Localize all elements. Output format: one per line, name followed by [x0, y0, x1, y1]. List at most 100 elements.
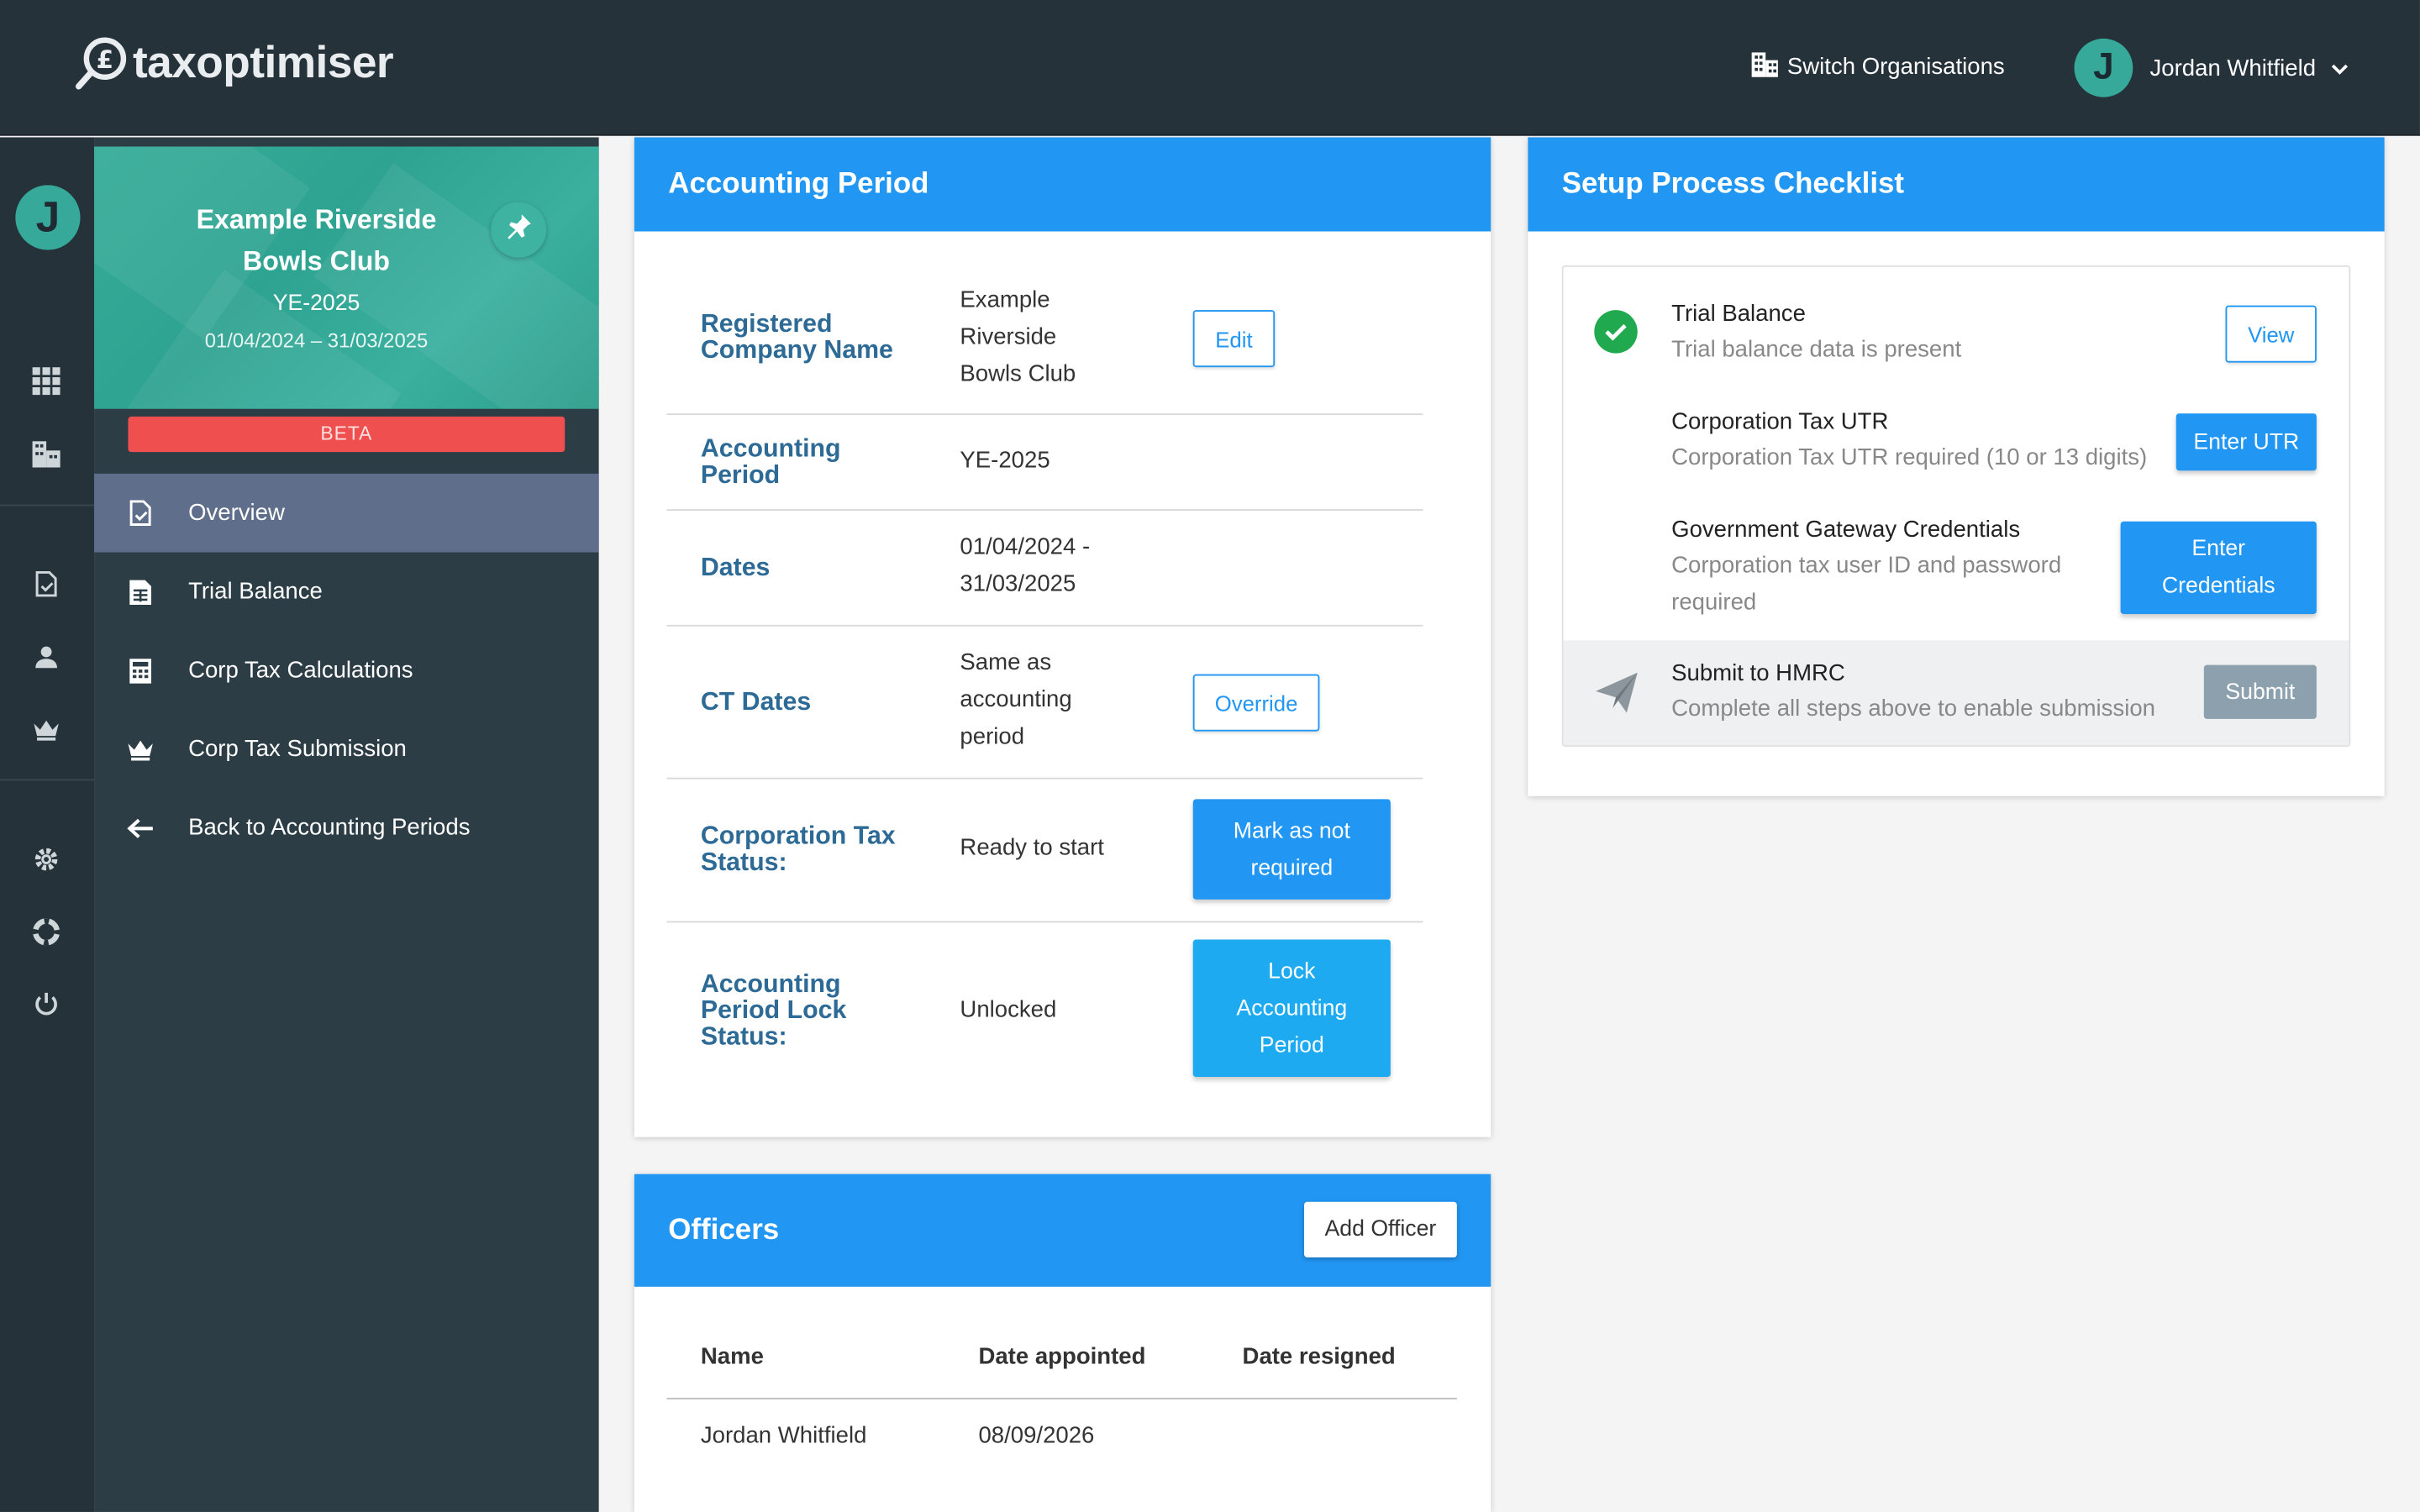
row-label: Corporation Tax Status:: [700, 822, 896, 877]
table-row: CT Dates Same as accounting period Overr…: [666, 627, 1423, 780]
sidebar-item-overview[interactable]: Overview: [94, 473, 599, 553]
row-label: Accounting Period: [700, 434, 841, 490]
beta-badge: BETA: [128, 416, 566, 453]
override-button[interactable]: Override: [1192, 674, 1320, 732]
button-line: Credentials: [2161, 574, 2275, 599]
row-value: Unlocked: [960, 996, 1057, 1023]
document-check-icon: [125, 497, 156, 528]
grid-icon[interactable]: [29, 364, 63, 397]
checklist-title: Government Gateway Credentials: [1671, 517, 2021, 543]
row-value: 01/04/2024 - 31/03/2025: [960, 529, 1090, 603]
user-menu[interactable]: J Jordan Whitfield: [2074, 38, 2349, 97]
enter-utr-button[interactable]: Enter UTR: [2175, 413, 2317, 471]
buildings-icon[interactable]: [29, 437, 63, 470]
button-line: Period: [1259, 1032, 1324, 1058]
row-value: Example Riverside Bowls Club: [960, 282, 1076, 393]
sidebar-item-corp-tax-submission[interactable]: Corp Tax Submission: [94, 710, 599, 789]
card-title: Accounting Period: [634, 137, 1491, 232]
button-line: Mark as not: [1233, 818, 1350, 843]
table-row: Accounting Period Lock Status: Unlocked …: [666, 922, 1423, 1100]
button-line: Lock: [1268, 958, 1316, 984]
checklist-subtitle: Corporation tax user ID and password req…: [1671, 548, 2061, 622]
row-label: Registered Company Name: [700, 310, 893, 365]
table-row: Registered Company Name Example Riversid…: [666, 260, 1423, 416]
paper-plane-icon: [1594, 671, 1640, 722]
organisation-name: Example Riverside Bowls Club: [196, 203, 437, 276]
subtitle-line: required: [1671, 589, 1757, 616]
checklist-item-trial-balance: Trial Balance Trial balance data is pres…: [1564, 267, 2349, 387]
organisation-period: YE-2025: [272, 291, 360, 317]
checklist-subtitle: Complete all steps above to enable submi…: [1671, 696, 2155, 722]
spreadsheet-icon: [125, 576, 156, 607]
rail-divider: [0, 504, 95, 507]
checklist-title: Corporation Tax UTR: [1671, 408, 1889, 435]
lock-accounting-period-button[interactable]: Lock Accounting Period: [1192, 939, 1391, 1078]
view-button[interactable]: View: [2225, 305, 2317, 363]
switch-organisations-button[interactable]: Switch Organisations: [1750, 50, 2005, 83]
sidebar-item-label: Corp Tax Calculations: [188, 657, 413, 684]
avatar[interactable]: J: [15, 185, 81, 250]
sidebar-item-label: Back to Accounting Periods: [188, 814, 471, 842]
row-value: Ready to start: [960, 834, 1104, 861]
card-title: Setup Process Checklist: [1528, 137, 2385, 232]
organisation-dates: 01/04/2024 – 31/03/2025: [204, 328, 429, 352]
person-icon[interactable]: [29, 640, 63, 674]
arrow-left-icon: [125, 812, 156, 843]
accounting-period-table: Registered Company Name Example Riversid…: [666, 260, 1423, 1100]
avatar: J: [2074, 38, 2133, 97]
pin-icon: [505, 213, 533, 248]
buildings-icon: [1750, 50, 1787, 83]
sidebar-nav: Overview Trial Balance Corp Tax Calculat…: [94, 473, 599, 868]
edit-button[interactable]: Edit: [1192, 310, 1276, 368]
value-line: Bowls Club: [960, 360, 1076, 388]
row-value: YE-2025: [960, 447, 1050, 474]
lifebuoy-icon[interactable]: [29, 915, 63, 948]
organisation-card: Example Riverside Bowls Club YE-2025 01/…: [94, 146, 599, 409]
power-icon[interactable]: [29, 987, 63, 1021]
card-header: Officers Add Officer: [634, 1173, 1491, 1287]
mark-not-required-button[interactable]: Mark as not required: [1192, 799, 1391, 900]
chevron-down-icon: [2330, 55, 2349, 81]
pin-button[interactable]: [491, 202, 547, 258]
column-header-date-appointed: Date appointed: [978, 1343, 1146, 1370]
table-row: Dates 01/04/2024 - 31/03/2025: [666, 511, 1423, 627]
document-check-icon[interactable]: [29, 568, 63, 601]
checklist-item-corporation-tax-utr: Corporation Tax UTR Corporation Tax UTR …: [1564, 387, 2349, 496]
rail-divider: [0, 779, 95, 781]
check-circle-icon: [1594, 310, 1638, 354]
enter-credentials-button[interactable]: Enter Credentials: [2120, 521, 2317, 615]
top-bar: £ taxoptimiser Switch Organisations J Jo…: [0, 0, 2420, 136]
magnifier-pound-icon: £: [74, 34, 129, 92]
app-root: £ taxoptimiser Switch Organisations J Jo…: [0, 0, 2420, 1512]
column-header-date-resigned: Date resigned: [1242, 1343, 1396, 1370]
brand-name: taxoptimiser: [132, 37, 394, 87]
sidebar-item-corp-tax-calculations[interactable]: Corp Tax Calculations: [94, 631, 599, 710]
checklist-subtitle: Corporation Tax UTR required (10 or 13 d…: [1671, 444, 2148, 471]
subtitle-line: Corporation tax user ID and password: [1671, 552, 2062, 579]
button-line: required: [1250, 855, 1334, 880]
submit-button[interactable]: Submit: [2203, 664, 2317, 719]
crown-icon[interactable]: [29, 713, 63, 747]
crown-icon: [125, 733, 156, 764]
table-row: Accounting Period YE-2025: [666, 415, 1423, 511]
sidebar-item-trial-balance[interactable]: Trial Balance: [94, 553, 599, 632]
table-divider: [666, 1398, 1457, 1399]
calculator-icon: [125, 655, 156, 686]
checklist-subtitle: Trial balance data is present: [1671, 336, 1962, 363]
checklist-title: Submit to HMRC: [1671, 660, 1845, 687]
sidebar-item-back-to-accounting-periods[interactable]: Back to Accounting Periods: [94, 789, 599, 868]
table-row: Corporation Tax Status: Ready to start M…: [666, 780, 1423, 923]
sidebar-item-label: Corp Tax Submission: [188, 736, 407, 763]
sidebar-item-label: Overview: [188, 500, 285, 527]
card-title: Officers: [668, 1213, 780, 1247]
value-line: Same as: [960, 649, 1052, 676]
officer-name: Jordan Whitfield: [700, 1422, 867, 1449]
checklist-item-government-gateway: Government Gateway Credentials Corporati…: [1564, 496, 2349, 641]
switch-organisations-label: Switch Organisations: [1786, 53, 2005, 80]
checklist-title: Trial Balance: [1671, 301, 1806, 328]
officer-date-appointed: 08/09/2026: [978, 1422, 1095, 1449]
brand-logo[interactable]: £ taxoptimiser: [74, 34, 394, 92]
svg-text:£: £: [97, 45, 113, 74]
add-officer-button[interactable]: Add Officer: [1304, 1201, 1457, 1257]
gear-icon[interactable]: [29, 843, 63, 876]
